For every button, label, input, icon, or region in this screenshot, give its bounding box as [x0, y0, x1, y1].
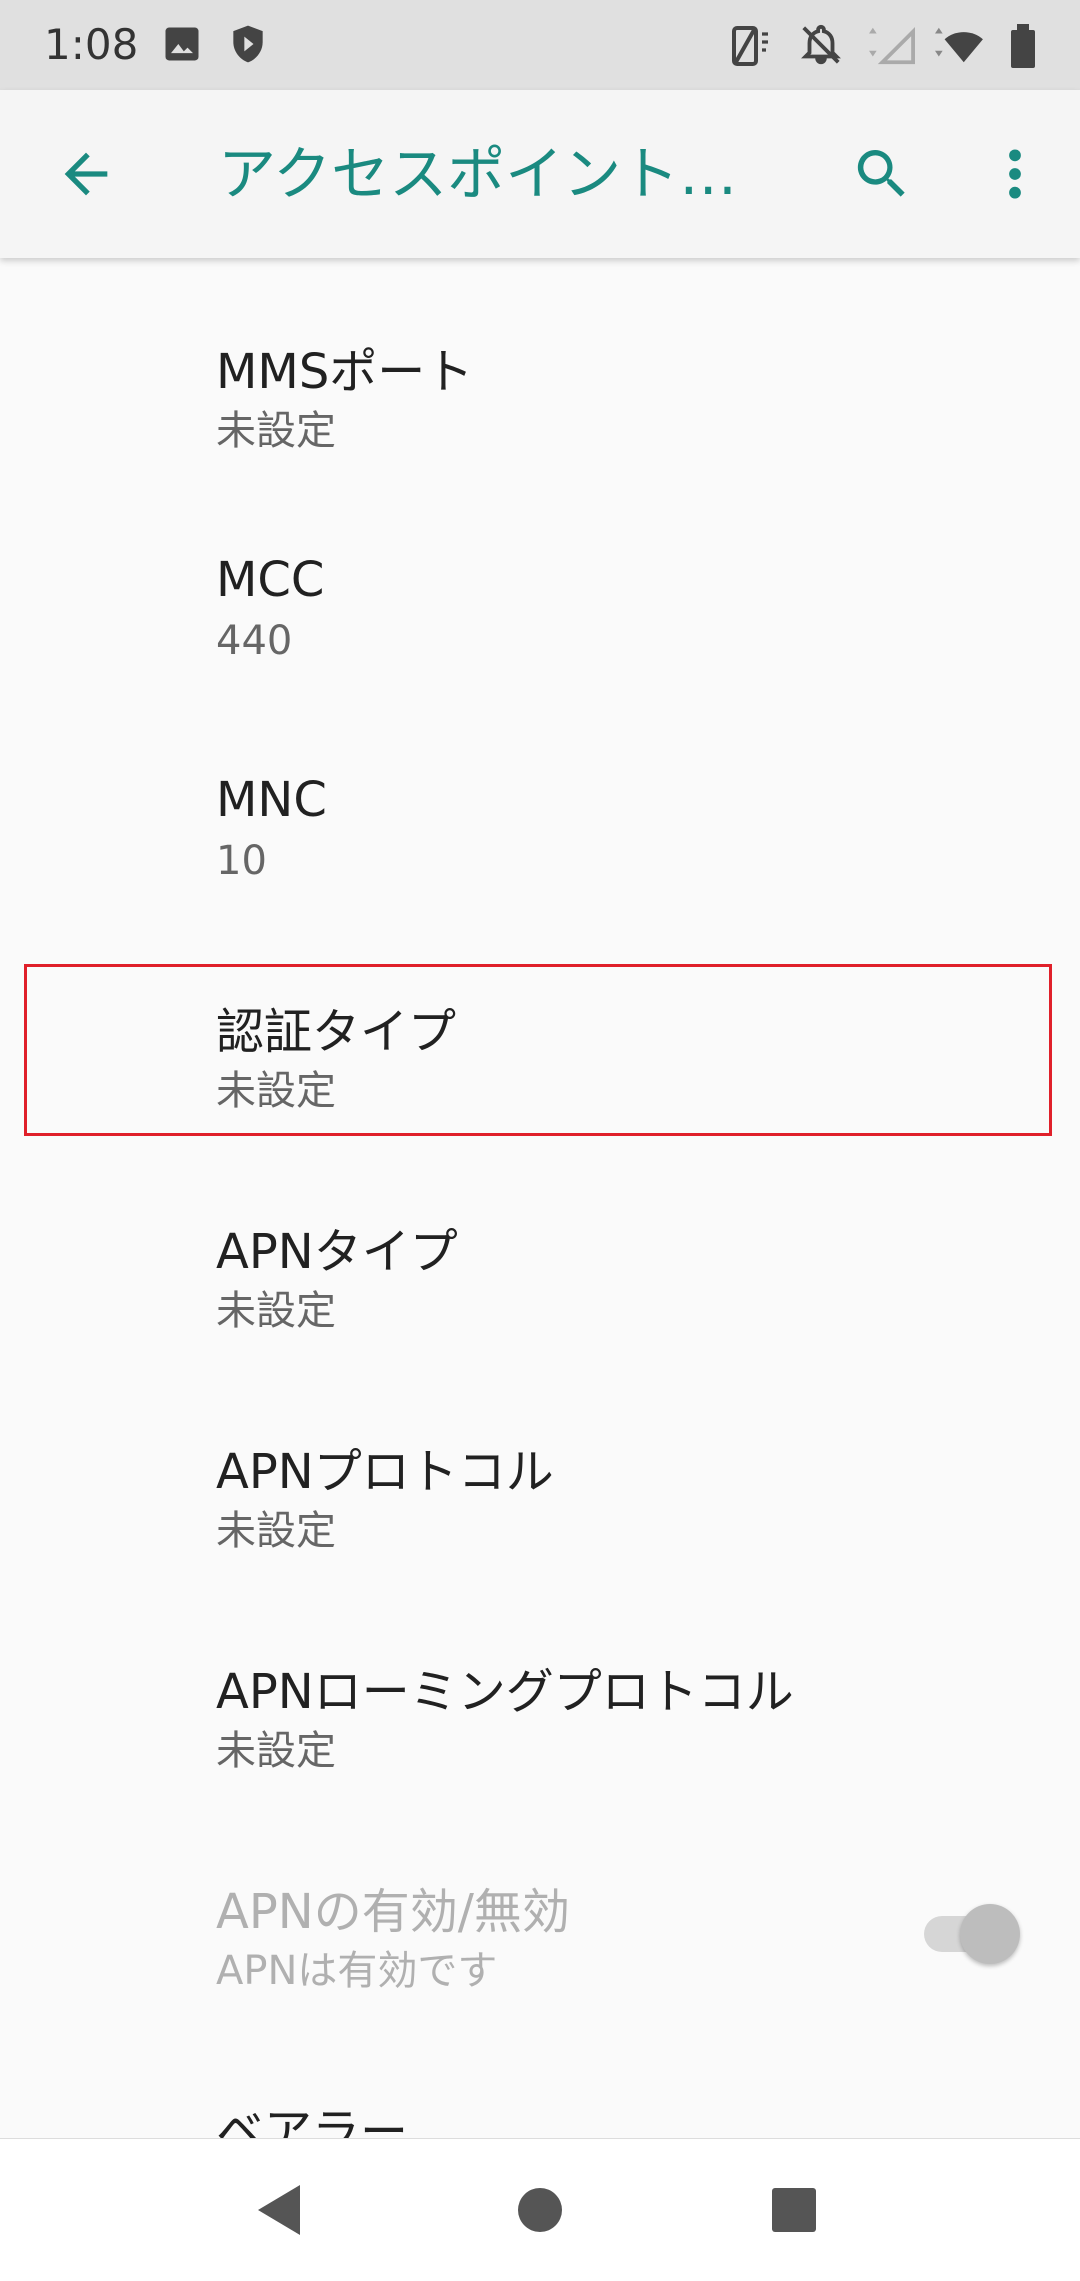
setting-mcc[interactable]: MCC 440: [0, 478, 1080, 698]
toggle-thumb: [960, 1904, 1020, 1964]
setting-apn-enable: APNの有効/無効 APNは有効です: [0, 1798, 1080, 2018]
apn-enable-toggle: [924, 1900, 1020, 1964]
back-arrow-icon[interactable]: [54, 142, 118, 206]
setting-mnc[interactable]: MNC 10: [0, 698, 1080, 918]
search-icon[interactable]: [850, 142, 914, 206]
nav-bar: [0, 2138, 1080, 2281]
status-time: 1:08: [44, 20, 139, 69]
wifi-icon: [935, 27, 983, 63]
setting-value: 未設定: [216, 1508, 336, 1554]
mobile-signal-icon: [869, 26, 915, 65]
setting-title: MMSポート: [216, 344, 474, 400]
setting-value: 440: [216, 618, 293, 664]
setting-title: MCC: [216, 552, 325, 608]
setting-title: MNC: [216, 772, 327, 828]
setting-title: APNローミングプロトコル: [216, 1664, 794, 1720]
setting-mms-port[interactable]: MMSポート 未設定: [0, 258, 1080, 478]
setting-value: 未設定: [216, 1728, 336, 1774]
setting-value: APNは有効です: [216, 1948, 498, 1994]
nav-home-icon[interactable]: [480, 2139, 600, 2281]
settings-list: MMSポート 未設定 MCC 440 MNC 10 認証タイプ 未設定 APNタ…: [0, 258, 1080, 2138]
setting-value: 未設定: [216, 408, 336, 454]
setting-title: ベアラー: [216, 2104, 409, 2138]
highlight-box: [24, 964, 1052, 1136]
image-notification-icon: [165, 27, 199, 61]
battery-icon: [1011, 24, 1035, 68]
setting-apn-roaming-protocol[interactable]: APNローミングプロトコル 未設定: [0, 1578, 1080, 1798]
nav-back-icon[interactable]: [220, 2139, 340, 2281]
page-title: アクセスポイント…: [218, 140, 738, 208]
setting-apn-protocol[interactable]: APNプロトコル 未設定: [0, 1358, 1080, 1578]
notifications-off-icon: [801, 24, 841, 65]
setting-title: APNタイプ: [216, 1224, 458, 1280]
nav-recents-icon[interactable]: [734, 2139, 854, 2281]
more-options-icon[interactable]: [995, 142, 1035, 206]
setting-bearer[interactable]: ベアラー: [0, 2018, 1080, 2138]
app-bar: アクセスポイント…: [0, 90, 1080, 258]
shield-icon: [233, 25, 263, 63]
auto-rotate-icon: [732, 26, 768, 66]
setting-value: 未設定: [216, 1288, 336, 1334]
setting-title: APNの有効/無効: [216, 1884, 570, 1940]
setting-apn-type[interactable]: APNタイプ 未設定: [0, 1138, 1080, 1358]
setting-title: APNプロトコル: [216, 1444, 554, 1500]
setting-value: 10: [216, 838, 267, 884]
status-bar: 1:08: [0, 0, 1080, 90]
